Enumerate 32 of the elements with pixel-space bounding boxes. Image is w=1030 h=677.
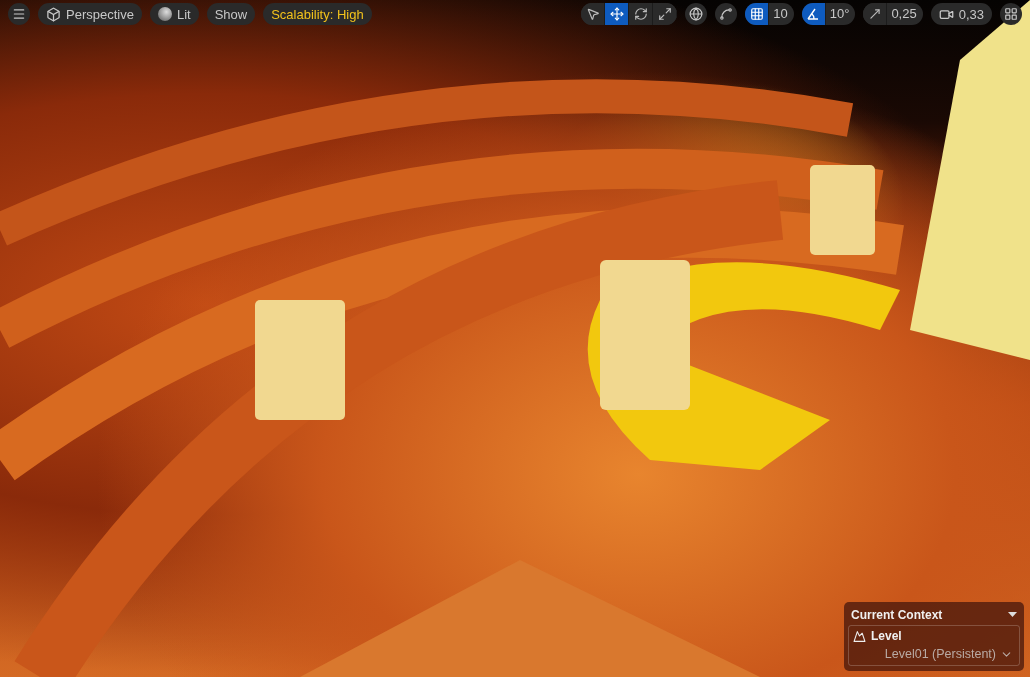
camera-speed-button[interactable]: 0,33: [930, 3, 992, 25]
scalability-button[interactable]: Scalability: High: [263, 3, 372, 25]
grid-icon: [749, 7, 764, 21]
circular-arrows-icon: [633, 7, 648, 21]
globe-icon: [689, 7, 704, 21]
menu-icon: [12, 7, 26, 21]
pointer-icon: [585, 7, 600, 21]
four-way-arrow-icon: [609, 7, 624, 21]
sphere-icon: [157, 7, 172, 21]
angle-icon: [806, 7, 821, 21]
rotation-snap-button[interactable]: [801, 3, 826, 25]
grid-snap-button[interactable]: [745, 3, 770, 25]
menu-button[interactable]: [8, 3, 30, 25]
perspective-button[interactable]: Perspective: [38, 3, 142, 25]
mountain-icon: [853, 629, 866, 643]
cube-icon: [46, 6, 61, 22]
section-label: Level: [871, 629, 902, 643]
surface-snap-button[interactable]: [715, 3, 738, 25]
layout-button[interactable]: [1000, 3, 1022, 25]
level-dropdown[interactable]: Level01 (Persistent): [882, 647, 1015, 661]
scale-snap-button[interactable]: [863, 3, 888, 25]
panel-title: Current Context: [851, 608, 943, 622]
curve-icon: [719, 7, 734, 21]
select-tool-button[interactable]: [581, 3, 606, 25]
dropdown-arrow-icon[interactable]: [1008, 612, 1017, 618]
translate-tool-button[interactable]: [605, 3, 630, 25]
globe-button[interactable]: [685, 3, 708, 25]
four-squares-icon: [1004, 7, 1018, 21]
expand-arrows-icon: [657, 7, 672, 21]
show-button[interactable]: Show: [206, 3, 256, 25]
view-mode-button[interactable]: Lit: [149, 3, 199, 25]
diagonal-arrow-icon: [867, 7, 882, 21]
